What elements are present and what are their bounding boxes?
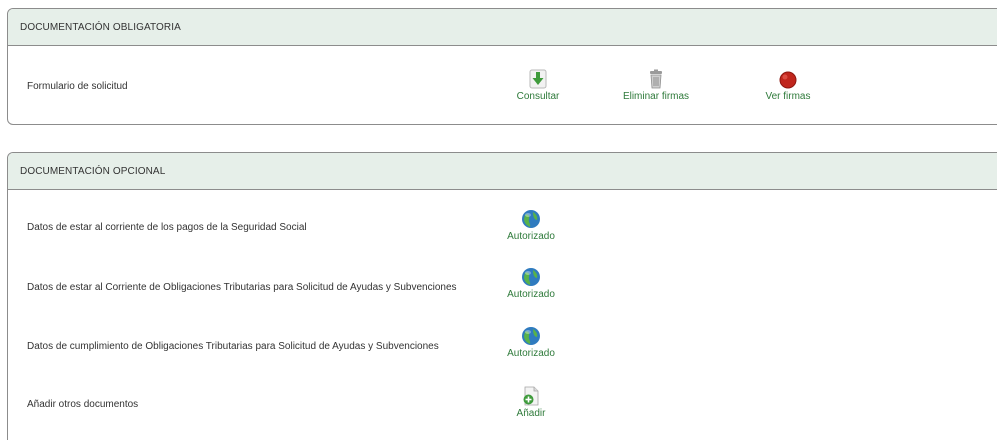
autorizado-label: Autorizado [507, 289, 555, 300]
anadir-button[interactable]: Añadir [491, 386, 571, 419]
autorizado-label: Autorizado [507, 231, 555, 242]
document-label: Datos de cumplimiento de Obligaciones Tr… [27, 341, 439, 352]
autorizado-button[interactable]: Autorizado [491, 267, 571, 300]
download-arrow-icon [529, 69, 547, 89]
optional-documents-title: DOCUMENTACIÓN OPCIONAL [20, 165, 166, 177]
autorizado-label: Autorizado [507, 348, 555, 359]
consultar-label: Consultar [516, 91, 560, 102]
anadir-label: Añadir [516, 408, 546, 419]
add-document-icon [523, 386, 539, 406]
globe-icon [522, 327, 540, 345]
globe-icon [522, 268, 540, 286]
ver-firmas-button[interactable]: Ver firmas [748, 69, 828, 102]
document-label: Formulario de solicitud [27, 81, 128, 92]
mandatory-documents-header: DOCUMENTACIÓN OBLIGATORIA [8, 9, 997, 46]
optional-documents-panel: DOCUMENTACIÓN OPCIONAL Datos de estar al… [7, 152, 997, 440]
mandatory-documents-title: DOCUMENTACIÓN OBLIGATORIA [20, 21, 181, 33]
globe-icon [522, 210, 540, 228]
ver-firmas-label: Ver firmas [765, 91, 811, 102]
eliminar-firmas-button[interactable]: Eliminar firmas [616, 69, 696, 102]
wax-seal-icon [779, 71, 797, 89]
trash-can-icon [650, 69, 662, 89]
document-label: Añadir otros documentos [27, 399, 139, 410]
autorizado-button[interactable]: Autorizado [491, 209, 571, 242]
document-label: Datos de estar al Corriente de Obligacio… [27, 282, 457, 293]
document-label: Datos de estar al corriente de los pagos… [27, 222, 307, 233]
consultar-button[interactable]: Consultar [498, 69, 578, 102]
eliminar-firmas-label: Eliminar firmas [622, 91, 690, 102]
mandatory-documents-panel: DOCUMENTACIÓN OBLIGATORIA Formulario de … [7, 8, 997, 125]
autorizado-button[interactable]: Autorizado [491, 326, 571, 359]
optional-documents-header: DOCUMENTACIÓN OPCIONAL [8, 153, 997, 190]
